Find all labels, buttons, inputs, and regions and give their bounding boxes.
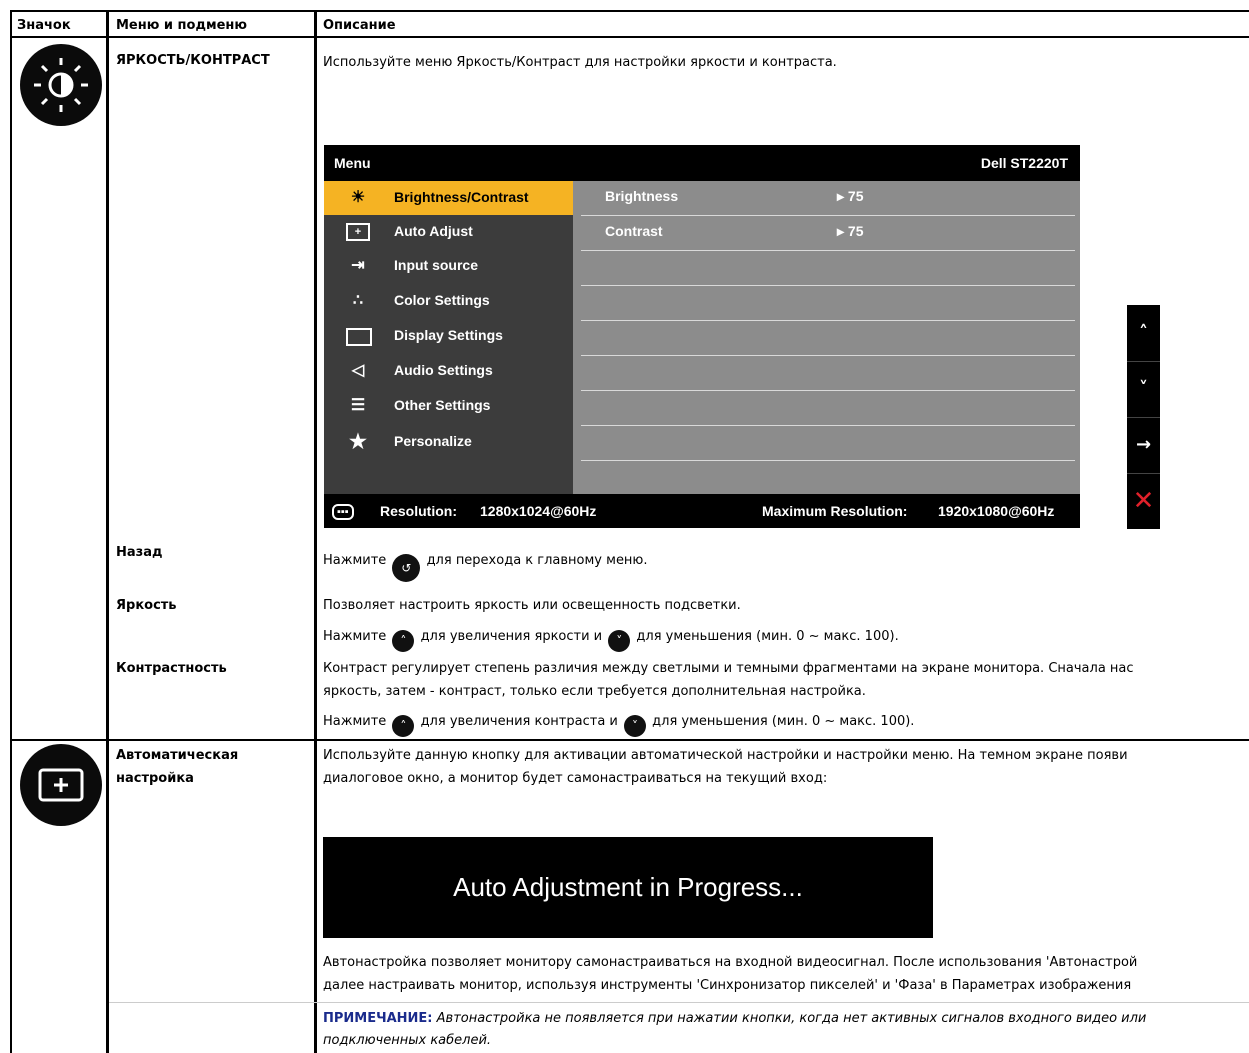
osd-sub-brightness: Brightness ▸ 75 xyxy=(581,181,1075,216)
osd-sub-empty xyxy=(581,356,1075,391)
auto-description-4: далее настраивать монитор, используя инс… xyxy=(323,978,1132,993)
speaker-icon: ◁ xyxy=(351,362,365,379)
arrow-right-icon: → xyxy=(1127,417,1160,474)
auto-adjust-icon xyxy=(20,744,102,826)
brightness-contrast-description: Используйте меню Яркость/Контраст для на… xyxy=(323,55,837,70)
up-button-icon: ˄ xyxy=(392,630,415,652)
note-label: ПРИМЕЧАНИЕ: xyxy=(323,1011,433,1026)
contrast-description-1: Контраст регулирует степень различия меж… xyxy=(323,661,1134,676)
brightness-description: Позволяет настроить яркость или освещенн… xyxy=(323,598,741,613)
row-divider xyxy=(10,739,1249,741)
osd-sub-empty xyxy=(581,391,1075,426)
star-icon: ★ xyxy=(349,431,367,453)
color-settings-icon: ∴ xyxy=(352,292,364,309)
menu-brightness-contrast: ЯРКОСТЬ/КОНТРАСТ xyxy=(116,53,270,68)
close-icon: ✕ xyxy=(1132,486,1155,516)
osd-item-audio-settings: ◁ Audio Settings xyxy=(324,354,573,388)
auto-description-1: Используйте данную кнопку для активации … xyxy=(323,748,1128,763)
back-description: Нажмите ↺ для перехода к главному меню. xyxy=(323,553,648,582)
auto-description-2: диалоговое окно, а монитор будет самонас… xyxy=(323,771,828,786)
osd-item-auto-adjust: + Auto Adjust xyxy=(324,215,573,249)
osd-item-display-settings: Display Settings xyxy=(324,319,573,353)
input-source-icon: ⇥ xyxy=(351,257,365,274)
table-left-border xyxy=(10,10,12,1053)
osd-sub-contrast: Contrast ▸ 75 xyxy=(581,216,1075,251)
other-settings-icon: ☰ xyxy=(350,397,366,414)
table-top-border xyxy=(10,10,1249,12)
chevron-up-icon: ˄ xyxy=(1127,305,1160,362)
osd-sub-empty xyxy=(581,426,1075,461)
auto-adjust-banner: Auto Adjustment in Progress... xyxy=(323,837,933,938)
menu-contrast: Контрастность xyxy=(116,661,227,676)
osd-item-color-settings: ∴ Color Settings xyxy=(324,284,573,318)
vga-icon: ▪▪▪ xyxy=(332,504,354,520)
osd-title-bar: Menu Dell ST2220T xyxy=(324,145,1080,181)
menu-auto-adjust-2: настройка xyxy=(116,771,194,786)
column-divider-1 xyxy=(106,10,109,1053)
back-icon: ↺ xyxy=(392,554,421,582)
osd-status-bar: ▪▪▪ Resolution: 1280x1024@60Hz Maximum R… xyxy=(324,494,1080,528)
menu-back: Назад xyxy=(116,545,163,560)
osd-model: Dell ST2220T xyxy=(980,155,1068,171)
auto-description-3: Автонастройка позволяет монитору самонас… xyxy=(323,955,1138,970)
auto-adjust-icon: + xyxy=(346,223,370,241)
osd-submenu-panel: Brightness ▸ 75 Contrast ▸ 75 xyxy=(573,181,1080,494)
brightness-contrast-icon xyxy=(20,44,102,126)
osd-sub-empty xyxy=(581,251,1075,286)
down-button-icon: ˅ xyxy=(608,630,631,652)
brightness-icon: ☀ xyxy=(350,189,366,206)
column-divider-2 xyxy=(314,10,317,1053)
header-description: Описание xyxy=(323,18,396,33)
note-divider xyxy=(109,1002,1249,1003)
osd-button-bar: ˄ ˅ → ✕ xyxy=(1127,305,1160,529)
menu-brightness: Яркость xyxy=(116,598,177,613)
display-settings-icon xyxy=(346,328,372,346)
note-line-1: ПРИМЕЧАНИЕ: Автонастройка не появляется … xyxy=(323,1011,1147,1026)
note-line-2: подключенных кабелей. xyxy=(323,1033,492,1048)
menu-auto-adjust-1: Автоматическая xyxy=(116,748,239,763)
osd-title: Menu xyxy=(334,155,371,171)
contrast-description-2: яркость, затем - контраст, только если т… xyxy=(323,684,866,699)
up-button-icon: ˄ xyxy=(392,715,415,737)
osd-item-personalize: ★ Personalize xyxy=(324,425,573,459)
contrast-instruction: Нажмите ˄ для увеличения контраста и ˅ д… xyxy=(323,714,914,737)
osd-item-input-source: ⇥ Input source xyxy=(324,249,573,283)
osd-item-brightness-contrast: ☀ Brightness/Contrast xyxy=(324,181,573,215)
chevron-down-icon: ˅ xyxy=(1127,361,1160,418)
down-button-icon: ˅ xyxy=(624,715,647,737)
osd-menu-image: Menu Dell ST2220T ☀ Brightness/Contrast +… xyxy=(324,145,1080,528)
osd-item-other-settings: ☰ Other Settings xyxy=(324,389,573,423)
header-icon: Значок xyxy=(17,18,71,33)
osd-sub-empty xyxy=(581,286,1075,321)
osd-sub-empty xyxy=(581,321,1075,356)
header-bottom-border xyxy=(10,36,1249,38)
brightness-instruction: Нажмите ˄ для увеличения яркости и ˅ для… xyxy=(323,629,899,652)
header-menu: Меню и подменю xyxy=(116,18,248,33)
